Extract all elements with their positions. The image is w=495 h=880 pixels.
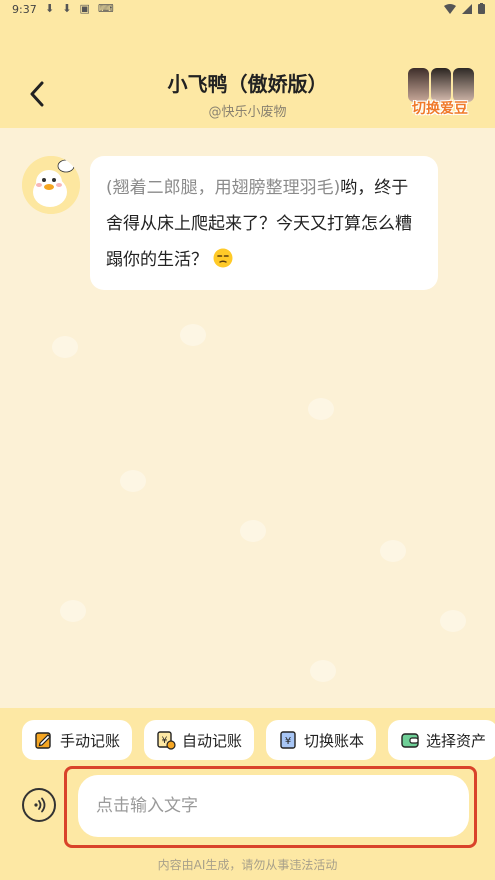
app-icon: ▣ [79,2,90,15]
chip-label: 选择资产 [426,731,487,750]
quick-action-chips: 手动记账 ¥ 自动记账 ¥ 切换账本 选择资产 [22,720,495,760]
download-icon: ⬇ [45,2,55,15]
avatar[interactable] [22,156,80,214]
auto-yen-icon: ¥ [157,731,176,750]
message-action: (翘着二郎腿，用翅膀整理羽毛) [106,178,341,198]
battery-icon [478,3,485,14]
idol-thumbnail [430,68,452,102]
wallet-icon [401,733,419,748]
notification-icons: ⬇ ⬇ ▣ ⌨ [45,2,114,15]
chip-label: 切换账本 [304,731,365,750]
idol-thumbnail [408,68,429,102]
system-icons [444,3,485,14]
svg-text:¥: ¥ [285,736,291,747]
chip-label: 手动记账 [60,731,121,750]
yen-book-icon: ¥ [280,731,296,749]
voice-input-button[interactable] [22,788,56,822]
signal-icon [462,3,472,14]
status-time: 9:37 [12,3,37,16]
chip-switch-ledger[interactable]: ¥ 切换账本 [266,720,377,760]
ai-disclaimer: 内容由AI生成，请勿从事违法活动 [157,858,338,872]
switch-idol-label: 切换爱豆 [412,101,468,117]
keyboard-icon: ⌨ [97,2,114,15]
edit-note-icon [35,732,51,749]
status-bar: 9:37 ⬇ ⬇ ▣ ⌨ [0,0,495,20]
voice-wave-icon [34,797,46,813]
chip-label: 自动记账 [182,731,243,750]
chat-bubble: (翘着二郎腿，用翅膀整理羽毛)哟，终于舍得从床上爬起来了？今天又打算怎么糟蹋你的… [90,156,438,290]
message-input[interactable] [78,775,469,837]
idol-thumbnails [408,68,475,102]
chip-auto-bookkeeping[interactable]: ¥ 自动记账 [144,720,255,760]
download-icon: ⬇ [62,2,72,15]
chip-manual-bookkeeping[interactable]: 手动记账 [22,720,133,760]
switch-idol-button[interactable]: 切换爱豆 [404,68,476,122]
duck-avatar-icon [22,156,80,214]
unamused-face-icon [213,248,233,268]
idol-thumbnail [453,68,475,102]
wifi-icon [444,3,456,14]
header: 9:37 ⬇ ⬇ ▣ ⌨ 小飞鸭（傲娇版） @快乐小废物 切换爱豆 [0,0,495,128]
chip-select-asset[interactable]: 选择资产 [388,720,495,760]
